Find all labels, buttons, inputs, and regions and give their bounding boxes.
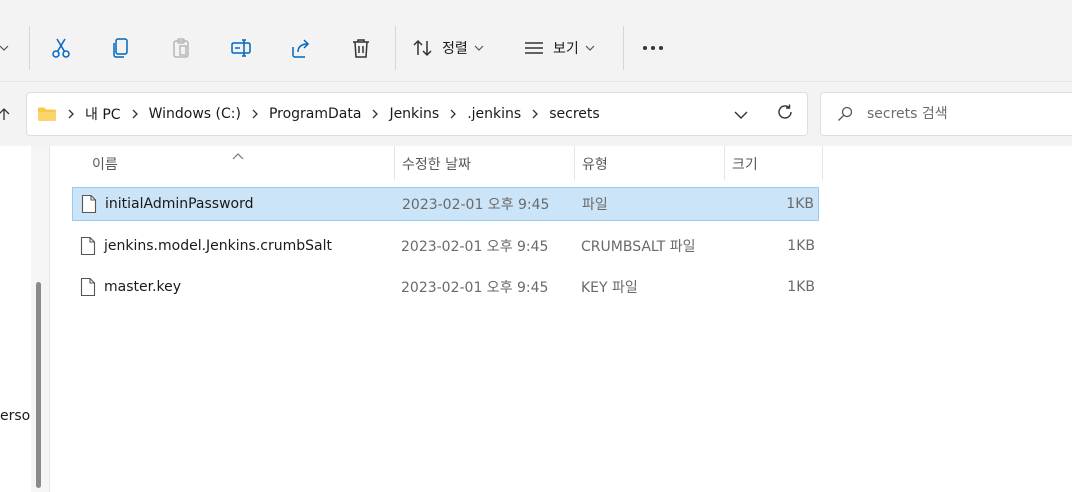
file-type: KEY 파일 [581,280,638,296]
new-dropdown-button[interactable] [0,29,12,67]
file-name: jenkins.model.Jenkins.crumbSalt [104,238,332,254]
chevron-down-icon [0,43,9,53]
file-type: 파일 [582,197,608,213]
file-name: master.key [104,279,182,295]
file-type: CRUMBSALT 파일 [581,239,696,255]
file-size: 1KB [787,238,815,254]
cut-icon [50,37,72,59]
copy-icon [110,37,132,59]
column-header-date-label: 수정한 날짜 [402,157,471,173]
file-icon [80,236,96,256]
view-icon [523,37,545,59]
arrow-up-icon [0,107,10,121]
breadcrumb: 내 PC Windows (C:) ProgramData Jenkins .j… [57,104,600,124]
breadcrumb-item-jenkins[interactable]: Jenkins [389,106,439,122]
search-box[interactable] [820,92,1072,136]
column-header-date[interactable]: 수정한 날짜 [394,146,574,182]
paste-icon [170,37,192,59]
file-row-jenkins-crumbsalt[interactable]: jenkins.model.Jenkins.crumbSalt 2023-02-… [72,229,819,263]
paste-button[interactable] [166,29,196,67]
file-name-cell: jenkins.model.Jenkins.crumbSalt [80,229,332,263]
refresh-button[interactable] [763,93,807,135]
breadcrumb-item-programdata[interactable]: ProgramData [269,106,362,122]
file-date: 2023-02-01 오후 9:45 [402,197,550,213]
breadcrumb-item-this-pc[interactable]: 내 PC [85,104,121,124]
view-button[interactable]: 보기 [523,29,605,67]
file-date: 2023-02-01 오후 9:45 [401,239,549,255]
search-icon [837,106,853,122]
chevron-down-icon [474,43,484,53]
column-header-name-label: 이름 [92,157,118,173]
cut-button[interactable] [46,29,76,67]
chevron-right-icon [131,109,139,119]
chevron-right-icon [449,109,457,119]
address-bar[interactable]: 내 PC Windows (C:) ProgramData Jenkins .j… [26,92,808,136]
delete-icon [350,37,372,59]
column-divider[interactable] [822,146,823,180]
sort-icon [412,37,434,59]
toolbar-divider [623,26,624,70]
column-header-type[interactable]: 유형 [574,146,724,182]
file-size: 1KB [787,279,815,295]
more-icon [642,45,664,51]
share-button[interactable] [286,29,316,67]
file-row-initialadminpassword[interactable]: initialAdminPassword 2023-02-01 오후 9:45 … [72,187,819,221]
file-icon [80,277,96,297]
chevron-right-icon [67,109,75,119]
sort-button[interactable]: 정렬 [412,29,494,67]
nav-item-partial-label[interactable]: erso [0,408,30,424]
file-date: 2023-02-01 오후 9:45 [401,280,549,296]
share-icon [290,37,312,59]
command-bar: 정렬 보기 [0,0,1072,82]
chevron-right-icon [371,109,379,119]
breadcrumb-item-secrets[interactable]: secrets [549,106,599,122]
file-name-cell: master.key [80,270,181,304]
nav-scrollbar-thumb[interactable] [36,282,41,488]
rename-button[interactable] [226,29,256,67]
more-options-button[interactable] [638,29,668,67]
view-label: 보기 [553,41,579,57]
refresh-icon [776,103,794,125]
breadcrumb-item-windows-c[interactable]: Windows (C:) [149,106,241,122]
column-header-size-label: 크기 [732,157,758,173]
file-icon [81,194,97,214]
chevron-right-icon [531,109,539,119]
column-header-type-label: 유형 [582,157,608,173]
sort-label: 정렬 [442,41,468,57]
navigation-pane: erso [0,146,50,492]
toolbar-divider [29,26,30,70]
file-list: 이름 수정한 날짜 유형 크기 initialAdminPassword 202… [50,146,1072,492]
sort-ascending-icon [232,146,244,165]
search-input[interactable] [867,106,1047,122]
rename-icon [230,37,252,59]
copy-button[interactable] [106,29,136,67]
delete-button[interactable] [346,29,376,67]
chevron-down-icon [585,43,595,53]
column-header-size[interactable]: 크기 [724,146,824,182]
file-name: initialAdminPassword [105,196,254,212]
chevron-right-icon [251,109,259,119]
chevron-down-icon [734,105,748,124]
file-size: 1KB [786,196,814,212]
address-row: 내 PC Windows (C:) ProgramData Jenkins .j… [0,82,1072,146]
file-row-master-key[interactable]: master.key 2023-02-01 오후 9:45 KEY 파일 1KB [72,270,819,304]
folder-icon [37,106,57,122]
toolbar-divider [395,26,396,70]
address-history-dropdown[interactable] [719,93,763,135]
up-button[interactable] [0,100,12,128]
breadcrumb-item-dot-jenkins[interactable]: .jenkins [467,106,521,122]
file-name-cell: initialAdminPassword [81,188,254,220]
